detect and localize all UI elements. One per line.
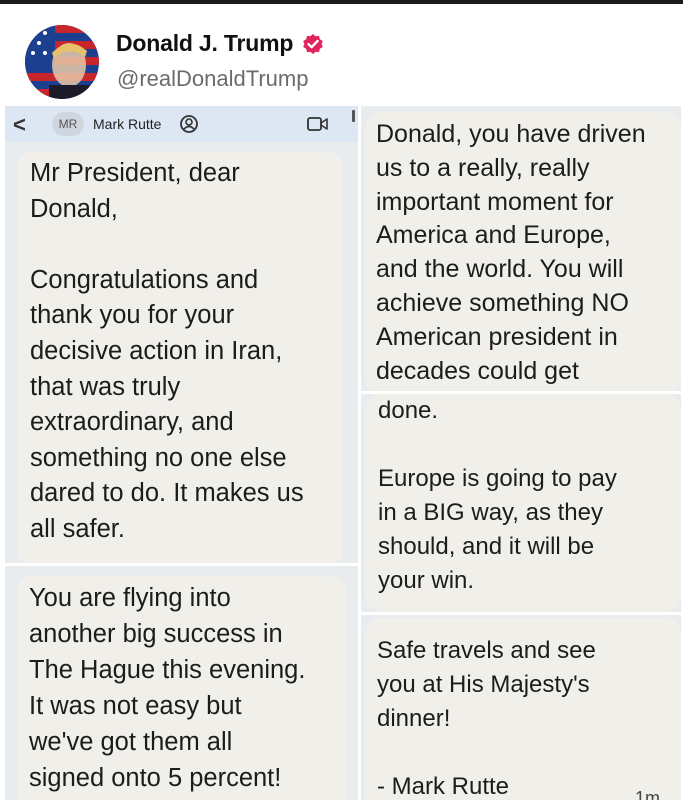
screenshot-seam: [5, 563, 358, 566]
chat-screenshot-right: Donald, you have driven us to a really, …: [361, 106, 681, 800]
chat-screenshot-left: < MR Mark Rutte Mr President, dear Donal…: [5, 106, 358, 800]
message-bubble: done. Europe is going to pay in a BIG wa…: [365, 394, 681, 612]
header-edge-mark: [352, 110, 355, 122]
message-text: done. Europe is going to pay in a BIG wa…: [378, 397, 617, 594]
chat-header: < MR Mark Rutte: [5, 106, 358, 142]
contact-name[interactable]: Mark Rutte: [93, 116, 161, 132]
message-text: Donald, you have driven us to a really, …: [376, 120, 646, 385]
author-name[interactable]: Donald J. Trump: [116, 30, 293, 57]
message-bubble: You are flying into another big success …: [17, 576, 347, 800]
author-row: Donald J. Trump: [116, 30, 324, 57]
message-timestamp: 1m: [635, 788, 661, 800]
top-divider: [0, 0, 683, 4]
message-text: Safe travels and see you at His Majesty'…: [377, 637, 596, 800]
profile-photo-icon[interactable]: [25, 25, 99, 99]
contact-avatar: MR: [52, 112, 84, 136]
post-page: Donald J. Trump @realDonaldTrump < MR Ma…: [0, 0, 683, 802]
message-bubble: Safe travels and see you at His Majesty'…: [365, 618, 681, 800]
verified-badge-icon: [303, 33, 323, 54]
message-text: Mr President, dear Donald, Congratulatio…: [30, 159, 304, 543]
contact-profile-icon: [180, 115, 198, 133]
video-call-icon[interactable]: [307, 116, 329, 132]
chevron-left-icon[interactable]: <: [13, 112, 26, 138]
screenshot-seam: [361, 612, 681, 615]
author-handle[interactable]: @realDonaldTrump: [117, 66, 308, 92]
message-text: You are flying into another big success …: [29, 584, 306, 792]
message-bubble: Mr President, dear Donald, Congratulatio…: [17, 152, 343, 566]
message-bubble: Donald, you have driven us to a really, …: [365, 112, 681, 394]
